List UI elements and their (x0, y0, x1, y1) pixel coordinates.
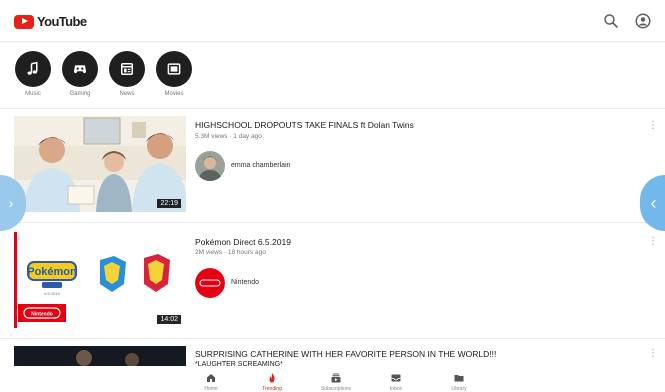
thumb-pokemon-text: Pokémon (27, 266, 77, 278)
youtube-logo[interactable]: YouTube (14, 14, 87, 29)
nav-label: Subscriptions (320, 386, 351, 392)
newspaper-icon (109, 51, 145, 87)
nav-label: Trending (262, 386, 282, 392)
gamepad-icon (62, 51, 98, 87)
library-folder-icon (454, 375, 464, 382)
video-thumbnail[interactable] (14, 346, 186, 366)
nav-library[interactable]: Library (434, 372, 484, 392)
category-movies[interactable]: Movies (156, 51, 192, 97)
more-options-icon[interactable]: ⋮ (648, 237, 658, 252)
search-icon[interactable] (602, 12, 620, 30)
video-title[interactable]: HIGHSCHOOL DROPOUTS TAKE FINALS ft Dolan… (195, 120, 414, 130)
account-icon[interactable] (634, 12, 652, 30)
category-gaming[interactable]: Gaming (62, 51, 98, 97)
top-app-bar: YouTube (0, 0, 665, 42)
inbox-icon (391, 374, 401, 382)
subscriptions-icon (331, 373, 341, 383)
youtube-play-icon (14, 14, 34, 29)
category-label: Gaming (69, 91, 91, 97)
video-meta: 2M views · 18 hours ago (195, 249, 266, 256)
music-note-icon (15, 51, 51, 87)
video-title[interactable]: Pokémon Direct 6.5.2019 (195, 237, 291, 247)
nav-label: Inbox (389, 386, 403, 392)
category-label: Movies (164, 91, 184, 97)
nav-subscriptions[interactable]: Subscriptions (311, 372, 361, 392)
video-duration: 22:19 (157, 199, 181, 208)
category-label: Music (25, 91, 41, 97)
chevron-right-icon: › (8, 195, 14, 211)
video-meta: 5.3M views · 1 day ago (195, 133, 262, 140)
video-thumbnail[interactable]: Pokémon 6.5.2019 Nintendo 14:02 (14, 232, 186, 328)
bottom-navigation: Home Trending Subscriptions Inbox Librar… (0, 366, 665, 392)
trending-flame-icon (269, 373, 275, 383)
category-news[interactable]: News (109, 51, 145, 97)
logo-text: YouTube (37, 14, 87, 29)
video-title[interactable]: SURPRISING CATHERINE WITH HER FAVORITE P… (195, 349, 496, 359)
category-label: News (119, 91, 135, 97)
nav-home[interactable]: Home (186, 372, 236, 392)
youtube-app: YouTube Music Gaming News Movies 22:19 H… (0, 0, 665, 392)
channel-name[interactable]: Nintendo (231, 279, 259, 286)
section-divider (0, 338, 665, 339)
section-divider (0, 108, 665, 109)
thumb-nintendo-badge-text: Nintendo (31, 312, 53, 318)
film-icon (156, 51, 192, 87)
section-divider (0, 222, 665, 223)
more-options-icon[interactable]: ⋮ (648, 349, 658, 364)
channel-avatar[interactable] (195, 151, 225, 181)
nav-label: Library (451, 386, 467, 392)
video-thumbnail[interactable]: 22:19 (14, 116, 186, 212)
video-duration: 14:02 (157, 315, 181, 324)
thumb-date-text: 6.5.2019 (44, 291, 60, 296)
more-options-icon[interactable]: ⋮ (648, 121, 658, 136)
nav-inbox[interactable]: Inbox (371, 372, 421, 392)
chevron-left-icon: ‹ (650, 192, 657, 213)
nav-trending[interactable]: Trending (247, 372, 297, 392)
channel-avatar[interactable] (195, 268, 225, 298)
channel-name[interactable]: emma chamberlain (231, 162, 291, 169)
nav-label: Home (204, 386, 218, 392)
category-music[interactable]: Music (15, 51, 51, 97)
home-icon (207, 374, 215, 382)
